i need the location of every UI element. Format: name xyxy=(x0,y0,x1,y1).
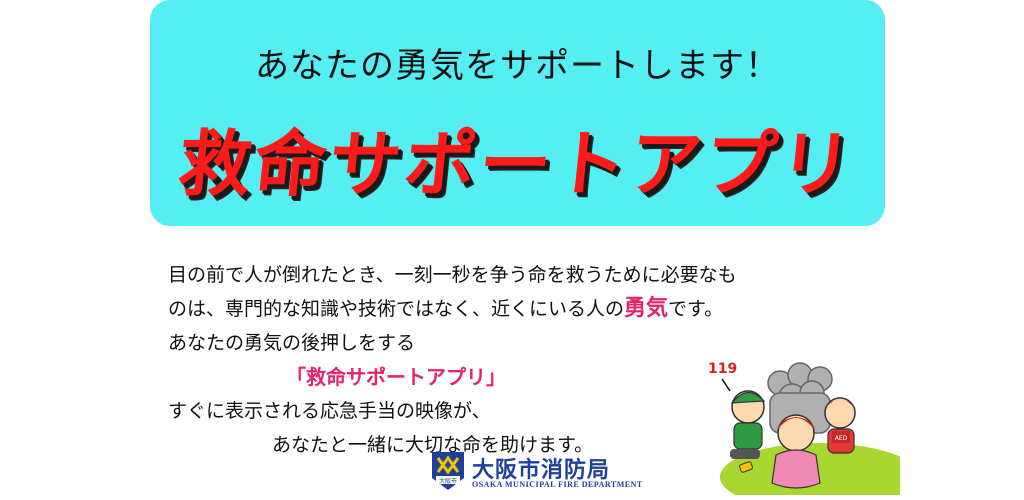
rescue-illustration: 119 AED xyxy=(708,361,900,495)
call-line xyxy=(721,378,731,392)
fire-department-emblem-icon: 大阪市 xyxy=(432,452,464,490)
aed-label: AED xyxy=(835,435,848,442)
boy-caller xyxy=(730,390,766,459)
title-banner: あなたの勇気をサポートします！ 救命サポートアプリ xyxy=(150,0,885,226)
emergency-number: 119 xyxy=(708,361,737,377)
osaka-fire-department-logo: 大阪市 大阪市消防局 OSAKA MUNICIPAL FIRE DEPARTME… xyxy=(430,450,642,495)
tagline: あなたの勇気をサポートします！ xyxy=(255,46,780,86)
courage-emphasis: 勇気 xyxy=(624,296,669,321)
line2-pre: のは、専門的な知識や技術ではなく、近くにいる人の xyxy=(168,298,625,320)
description-line-2: のは、専門的な知識や技術ではなく、近くにいる人の勇気です。 xyxy=(168,292,808,326)
line2-post: です。 xyxy=(668,298,724,320)
department-name-english: OSAKA MUNICIPAL FIRE DEPARTMENT xyxy=(472,480,643,489)
description-line-1: 目の前で人が倒れたとき、一刻一秒を争う命を救うために必要なも xyxy=(168,264,737,286)
app-title: 救命サポートアプリ xyxy=(174,122,859,206)
emblem-text: 大阪市 xyxy=(439,477,457,485)
